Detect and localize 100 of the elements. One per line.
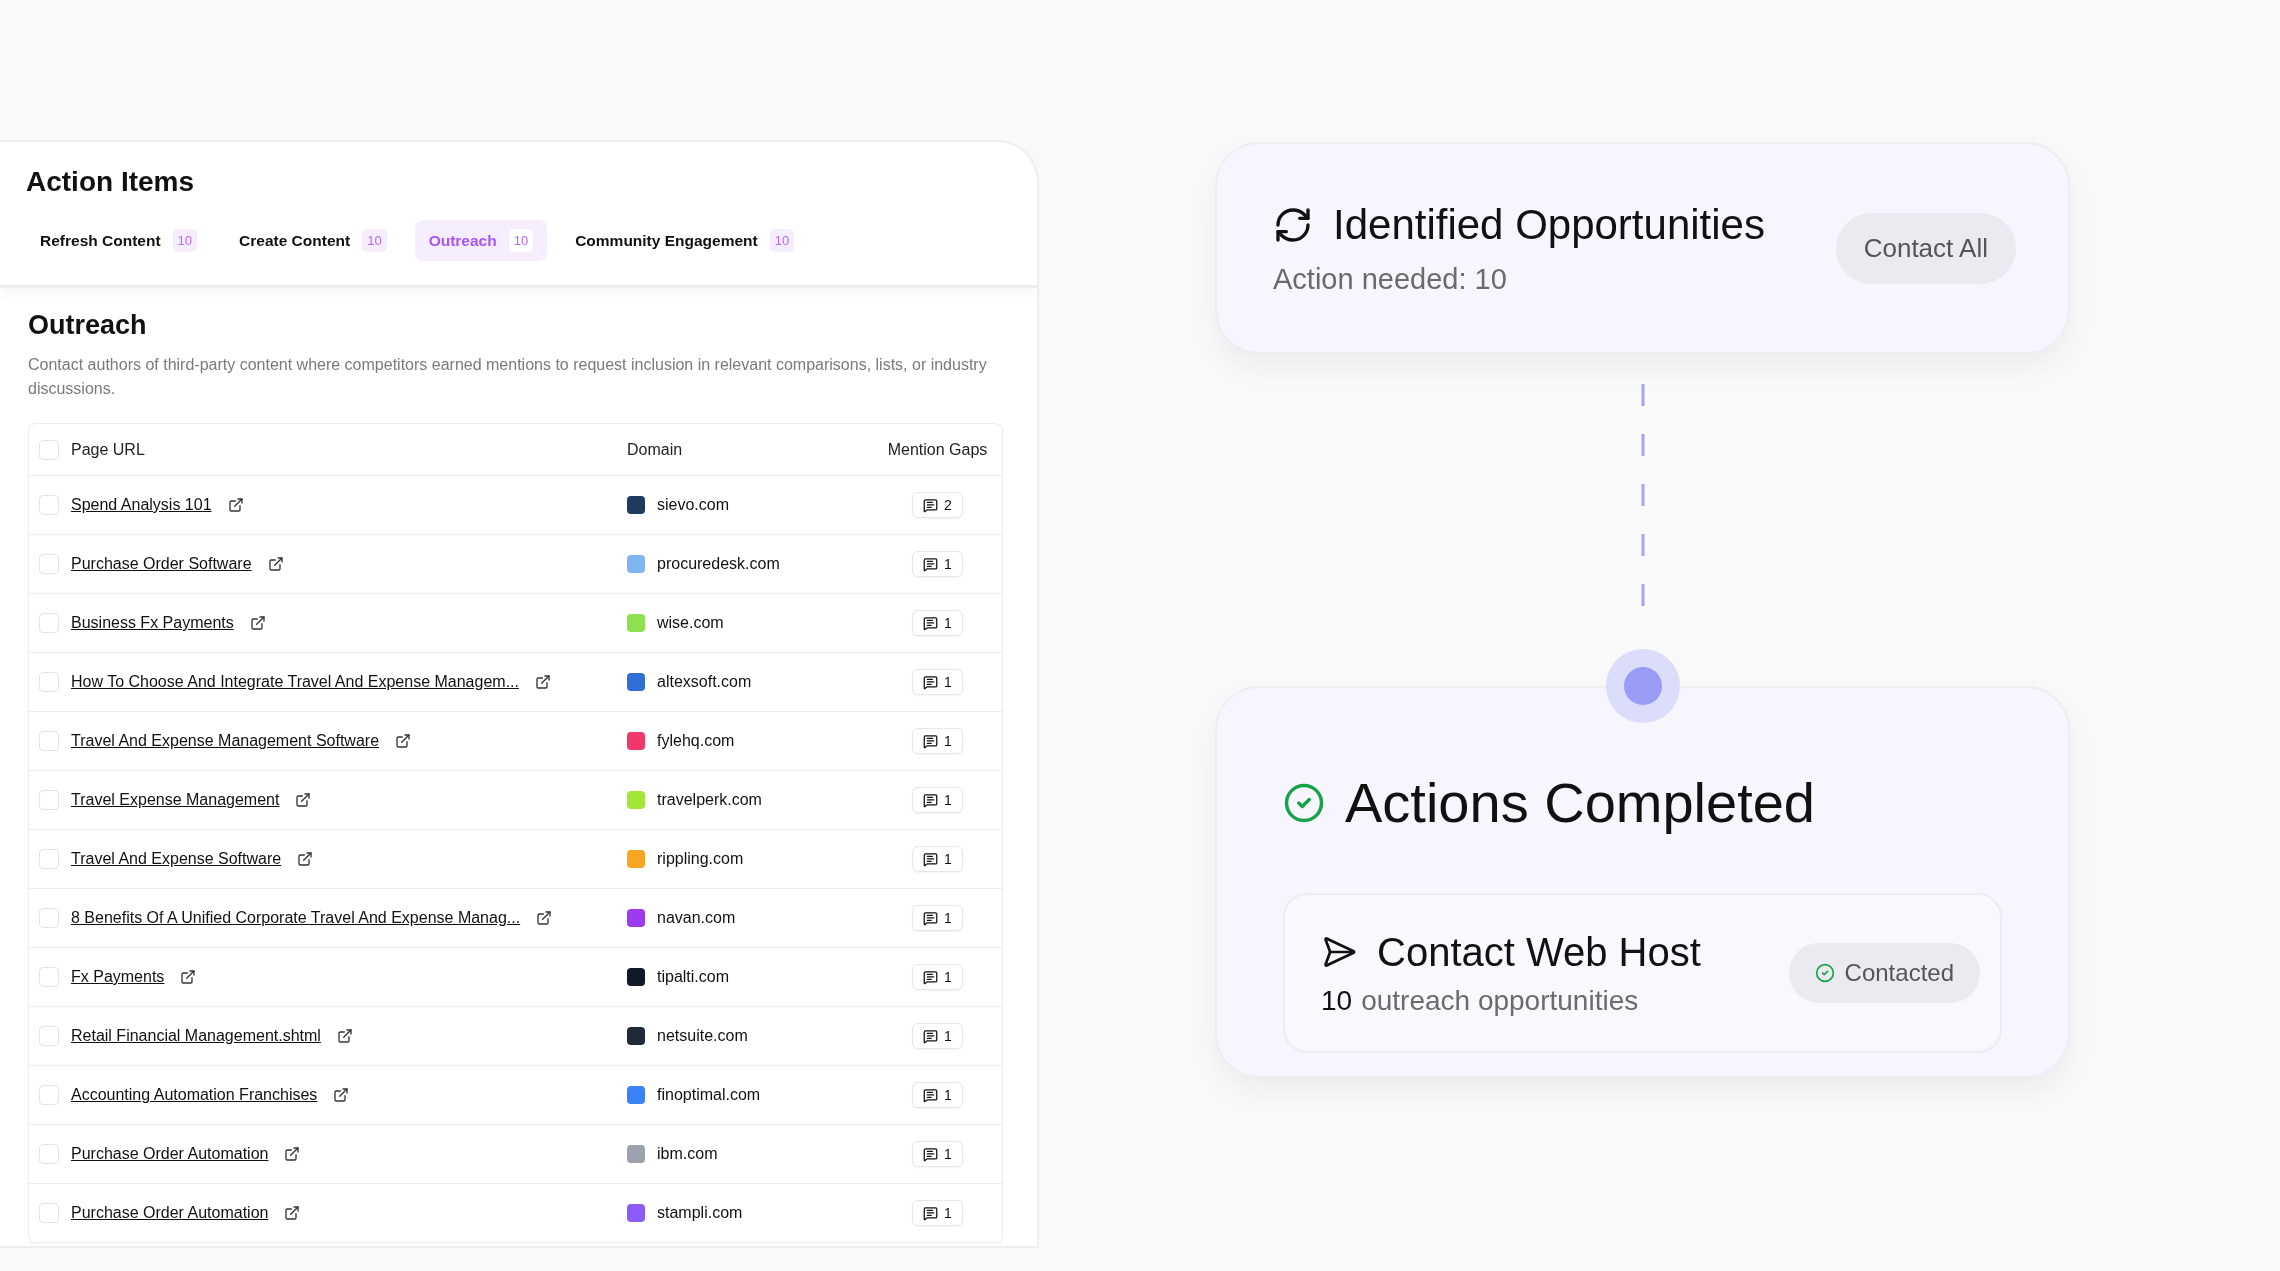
- comment-icon: [923, 556, 939, 572]
- contact-all-button[interactable]: Contact All: [1835, 212, 2016, 284]
- page-link[interactable]: Travel And Expense Software: [71, 850, 282, 868]
- external-link-icon[interactable]: [536, 910, 553, 926]
- count-badge: 10: [508, 229, 534, 252]
- domain-text: rippling.com: [657, 850, 744, 868]
- page-link[interactable]: Accounting Automation Franchises: [71, 1086, 318, 1104]
- count-badge: 10: [769, 229, 795, 252]
- comment-icon: [923, 1146, 939, 1162]
- comment-icon: [923, 1028, 939, 1044]
- comment-icon: [923, 733, 939, 749]
- section-description: Contact authors of third-party content where competitors earned mentions to request inclusion in relevant comparisons, lists, or industry discussions.: [28, 355, 988, 399]
- column-header: Mention Gaps: [886, 440, 989, 459]
- tab[interactable]: Community Engagement 10: [561, 220, 809, 261]
- domain-text: finoptimal.com: [657, 1086, 761, 1104]
- external-link-icon[interactable]: [180, 969, 197, 985]
- column-header: Domain: [627, 440, 683, 459]
- row-checkbox[interactable]: [39, 495, 59, 515]
- row-checkbox[interactable]: [39, 613, 59, 633]
- external-link-icon[interactable]: [333, 1087, 350, 1103]
- count-text: 1: [944, 1028, 952, 1044]
- count-text: 1: [944, 674, 952, 690]
- panel-title: Action Items: [26, 166, 196, 198]
- row-checkbox[interactable]: [39, 1144, 59, 1164]
- card-title: Identified Opportunities: [1333, 200, 1765, 249]
- domain-text: wise.com: [657, 614, 724, 632]
- domain-text: navan.com: [657, 909, 736, 927]
- opportunity-label: outreach opportunities: [1361, 984, 1639, 1017]
- page-link[interactable]: How To Choose And Integrate Travel And Expense Managem...: [71, 673, 519, 691]
- count-text: 2: [944, 497, 952, 513]
- external-link-icon[interactable]: [535, 674, 551, 690]
- select-all-checkbox[interactable]: [39, 439, 59, 460]
- row-checkbox[interactable]: [39, 672, 59, 692]
- external-link-icon[interactable]: [395, 733, 412, 749]
- tab[interactable]: Outreach 10: [414, 220, 548, 261]
- domain-text: netsuite.com: [657, 1027, 748, 1045]
- domain-text: tipalti.com: [657, 968, 730, 986]
- page-link[interactable]: Purchase Order Automation: [71, 1145, 269, 1163]
- comment-icon: [923, 969, 939, 985]
- count-text: 1: [944, 556, 952, 572]
- comment-icon: [923, 674, 939, 690]
- row-checkbox[interactable]: [39, 849, 59, 869]
- section-title: Outreach: [28, 310, 148, 341]
- page-link[interactable]: Spend Analysis 101: [71, 496, 212, 514]
- page-link[interactable]: Travel Expense Management: [71, 791, 280, 809]
- comment-icon: [923, 1205, 939, 1221]
- status-text: Contacted: [1844, 959, 1954, 987]
- row-checkbox[interactable]: [39, 1085, 59, 1105]
- domain-text: sievo.com: [657, 496, 730, 514]
- row-checkbox[interactable]: [39, 967, 59, 987]
- page-link[interactable]: Business Fx Payments: [71, 614, 234, 632]
- external-link-icon[interactable]: [227, 497, 244, 513]
- tab[interactable]: Refresh Content 10: [26, 220, 212, 261]
- count-text: 1: [944, 851, 952, 867]
- external-link-icon[interactable]: [336, 1028, 353, 1044]
- count-text: 1: [944, 1146, 952, 1162]
- external-link-icon[interactable]: [297, 851, 314, 867]
- action-title: Contact Web Host: [1377, 929, 1701, 975]
- page-link[interactable]: Travel And Expense Management Software: [71, 732, 380, 750]
- count-text: 1: [944, 1087, 952, 1103]
- count-text: 1: [944, 969, 952, 985]
- row-checkbox[interactable]: [39, 1203, 59, 1223]
- external-link-icon[interactable]: [284, 1146, 301, 1162]
- comment-icon: [923, 910, 939, 926]
- count-text: 1: [944, 910, 952, 926]
- count-badge: 10: [362, 229, 387, 252]
- domain-text: fylehq.com: [657, 732, 735, 750]
- count-text: 1: [944, 1205, 952, 1221]
- count-text: 1: [944, 733, 952, 749]
- domain-text: ibm.com: [657, 1145, 718, 1163]
- page-link[interactable]: 8 Benefits Of A Unified Corporate Travel And Expense Manag...: [71, 909, 521, 927]
- domain-text: procuredesk.com: [657, 555, 780, 573]
- row-checkbox[interactable]: [39, 731, 59, 751]
- check-circle-icon: [1814, 963, 1835, 983]
- external-link-icon[interactable]: [295, 792, 312, 808]
- count-text: 1: [944, 615, 952, 631]
- comment-icon: [923, 615, 939, 631]
- row-checkbox[interactable]: [39, 554, 59, 574]
- count-text: 1: [944, 792, 952, 808]
- card-title: Actions Completed: [1345, 770, 1815, 835]
- row-checkbox[interactable]: [39, 790, 59, 810]
- domain-text: altexsoft.com: [657, 673, 752, 691]
- external-link-icon[interactable]: [249, 615, 266, 631]
- page-link[interactable]: Purchase Order Automation: [71, 1204, 269, 1222]
- page-link[interactable]: Retail Financial Management.shtml: [71, 1027, 321, 1045]
- comment-icon: [923, 792, 939, 808]
- page-link[interactable]: Purchase Order Software: [71, 555, 252, 573]
- comment-icon: [923, 851, 939, 867]
- external-link-icon[interactable]: [284, 1205, 301, 1221]
- domain-text: travelperk.com: [657, 791, 762, 809]
- external-link-icon[interactable]: [267, 556, 284, 572]
- row-checkbox[interactable]: [39, 1026, 59, 1046]
- row-checkbox[interactable]: [39, 908, 59, 928]
- tab[interactable]: Create Content 10: [225, 220, 401, 261]
- comment-icon: [923, 497, 939, 513]
- card-subtitle: Action needed: 10: [1273, 262, 1508, 296]
- send-icon: [1321, 934, 1357, 970]
- count-badge: 10: [172, 229, 198, 252]
- column-header: Page URL: [71, 440, 145, 459]
- page-link[interactable]: Fx Payments: [71, 968, 165, 986]
